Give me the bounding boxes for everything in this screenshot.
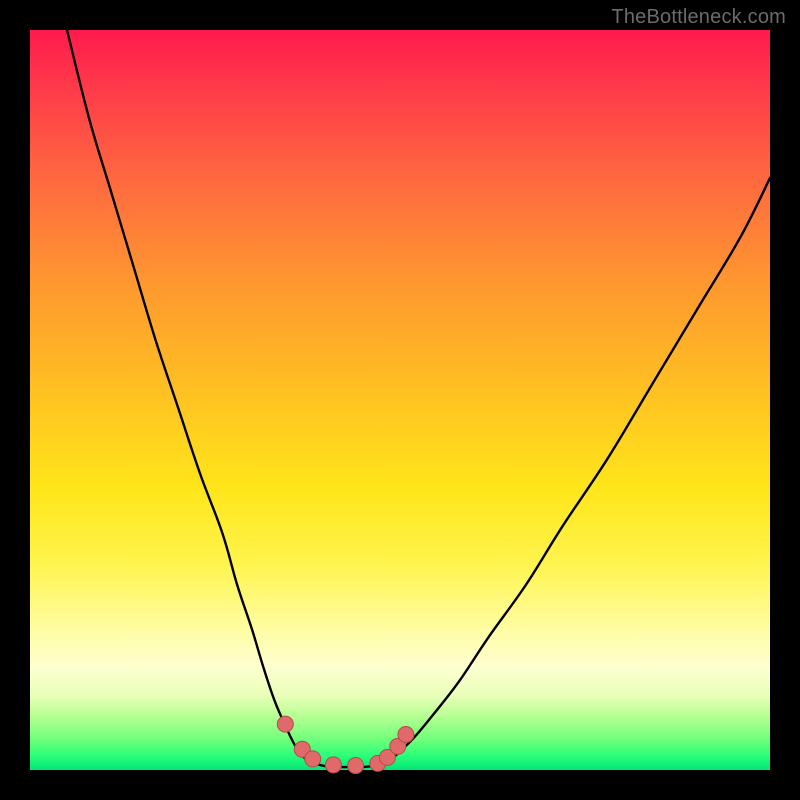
valley-marker bbox=[277, 716, 293, 732]
valley-marker bbox=[305, 751, 321, 767]
chart-frame: TheBottleneck.com bbox=[0, 0, 800, 800]
plot-area bbox=[30, 30, 770, 770]
valley-marker bbox=[325, 757, 341, 773]
valley-marker bbox=[348, 758, 364, 774]
watermark-text: TheBottleneck.com bbox=[611, 6, 786, 29]
bottleneck-curve bbox=[67, 30, 770, 767]
chart-svg bbox=[30, 30, 770, 770]
valley-marker bbox=[398, 726, 414, 742]
valley-markers bbox=[277, 716, 414, 773]
